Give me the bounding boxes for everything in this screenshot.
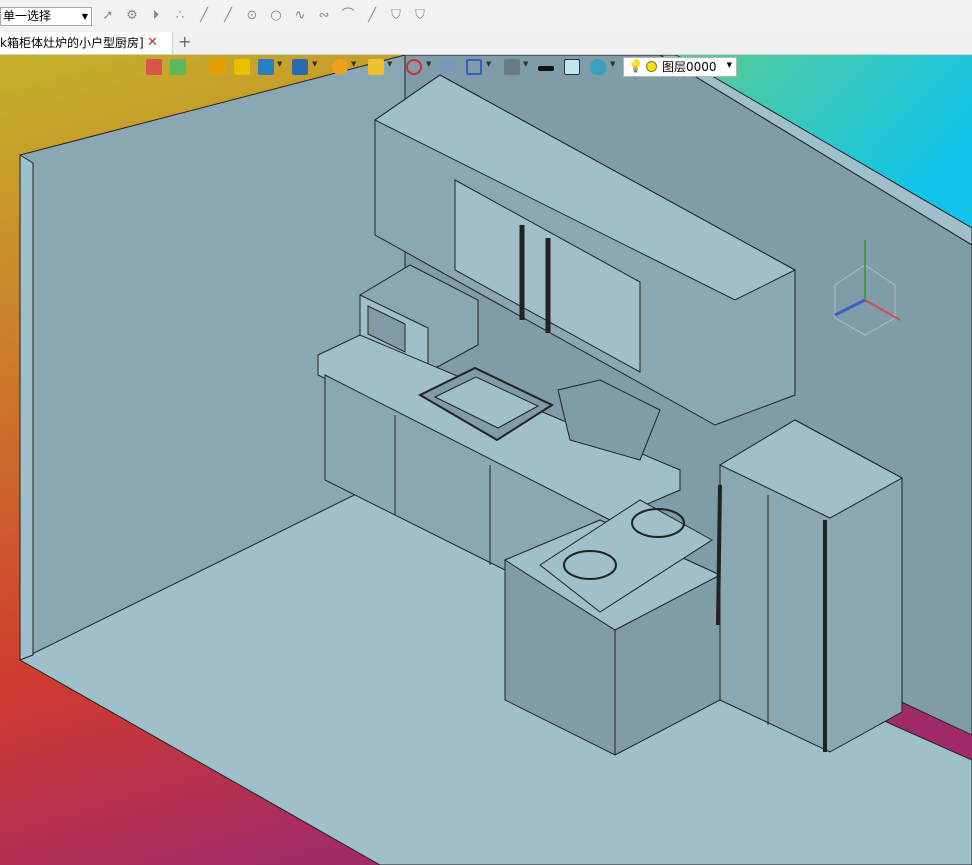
lighting-icon[interactable]	[368, 59, 384, 75]
render-style-icon[interactable]	[332, 59, 348, 75]
layer-color-icon	[646, 61, 657, 72]
cube-icon[interactable]	[258, 59, 274, 75]
top-toolbar: 单一选择 ▼ ➚ ⚙ ⏵ ∴ ╱ ╱ ⊙ ○ ∿ ∾ ⌒ ╱ ⛉ ⛉	[0, 0, 972, 33]
box-icon[interactable]	[234, 59, 250, 75]
circle-icon[interactable]: ○	[268, 8, 284, 24]
display-icon[interactable]	[504, 59, 520, 75]
chevron-down-icon[interactable]: ▼	[277, 60, 282, 68]
line-icon[interactable]: ╱	[196, 8, 212, 24]
origin-icon[interactable]	[406, 59, 422, 75]
hat-icon[interactable]: ⛉	[388, 8, 404, 24]
chevron-down-icon[interactable]: ▼	[426, 60, 431, 68]
tab-document[interactable]: k箱柜体灶炉的小户型厨房] ✕	[0, 32, 173, 54]
color-swatch-icon[interactable]	[564, 59, 580, 75]
selection-mode-dropdown[interactable]: 单一选择 ▼	[0, 7, 92, 26]
add-tab-button[interactable]: +	[178, 32, 191, 52]
chevron-down-icon[interactable]: ▼	[351, 60, 356, 68]
chevron-down-icon[interactable]: ▼	[387, 60, 392, 68]
circle-center-icon[interactable]: ⊙	[244, 8, 260, 24]
views-icon[interactable]	[292, 59, 308, 75]
play-circle-icon[interactable]: ⏵	[148, 8, 164, 24]
lightbulb-icon[interactable]: 💡	[628, 59, 643, 73]
chevron-down-icon[interactable]: ▼	[727, 61, 732, 69]
document-tab-bar: k箱柜体灶炉的小户型厨房] ✕ +	[0, 32, 972, 55]
3d-viewport[interactable]	[0, 55, 972, 865]
image-icon[interactable]	[440, 59, 456, 75]
close-icon[interactable]: ✕	[147, 32, 158, 54]
arc-icon[interactable]: ⌒	[340, 8, 356, 24]
chevron-down-icon[interactable]: ▼	[610, 60, 615, 68]
cursor-icon[interactable]: ➚	[100, 8, 116, 24]
line-pick-icon[interactable]: ╱	[220, 8, 236, 24]
chevron-down-icon[interactable]: ▼	[486, 60, 491, 68]
kitchen-model-render	[0, 55, 972, 865]
section-icon[interactable]	[466, 59, 482, 75]
line-dot-icon[interactable]: ╱	[364, 8, 380, 24]
line-weight-icon[interactable]	[538, 66, 554, 71]
spline-icon[interactable]: ∿	[292, 8, 308, 24]
pick-gear-icon[interactable]: ⚙	[124, 8, 140, 24]
pan-icon[interactable]	[170, 59, 186, 75]
curve-icon[interactable]: ∾	[316, 8, 332, 24]
undo-view-icon[interactable]	[146, 59, 162, 75]
points-icon[interactable]: ∴	[172, 8, 188, 24]
selection-mode-value: 单一选择	[3, 9, 52, 23]
chevron-down-icon[interactable]: ▼	[312, 60, 317, 68]
tab-title: k箱柜体灶炉的小户型厨房]	[0, 36, 144, 50]
material-icon[interactable]	[590, 59, 606, 75]
chevron-down-icon[interactable]: ▼	[82, 8, 88, 25]
hat-alt-icon[interactable]: ⛉	[412, 8, 428, 24]
layer-dropdown[interactable]: 💡 图层0000 ▼	[623, 57, 737, 77]
pencil-icon[interactable]	[210, 59, 226, 75]
layer-name: 图层0000	[662, 60, 717, 74]
chevron-down-icon[interactable]: ▼	[523, 60, 528, 68]
